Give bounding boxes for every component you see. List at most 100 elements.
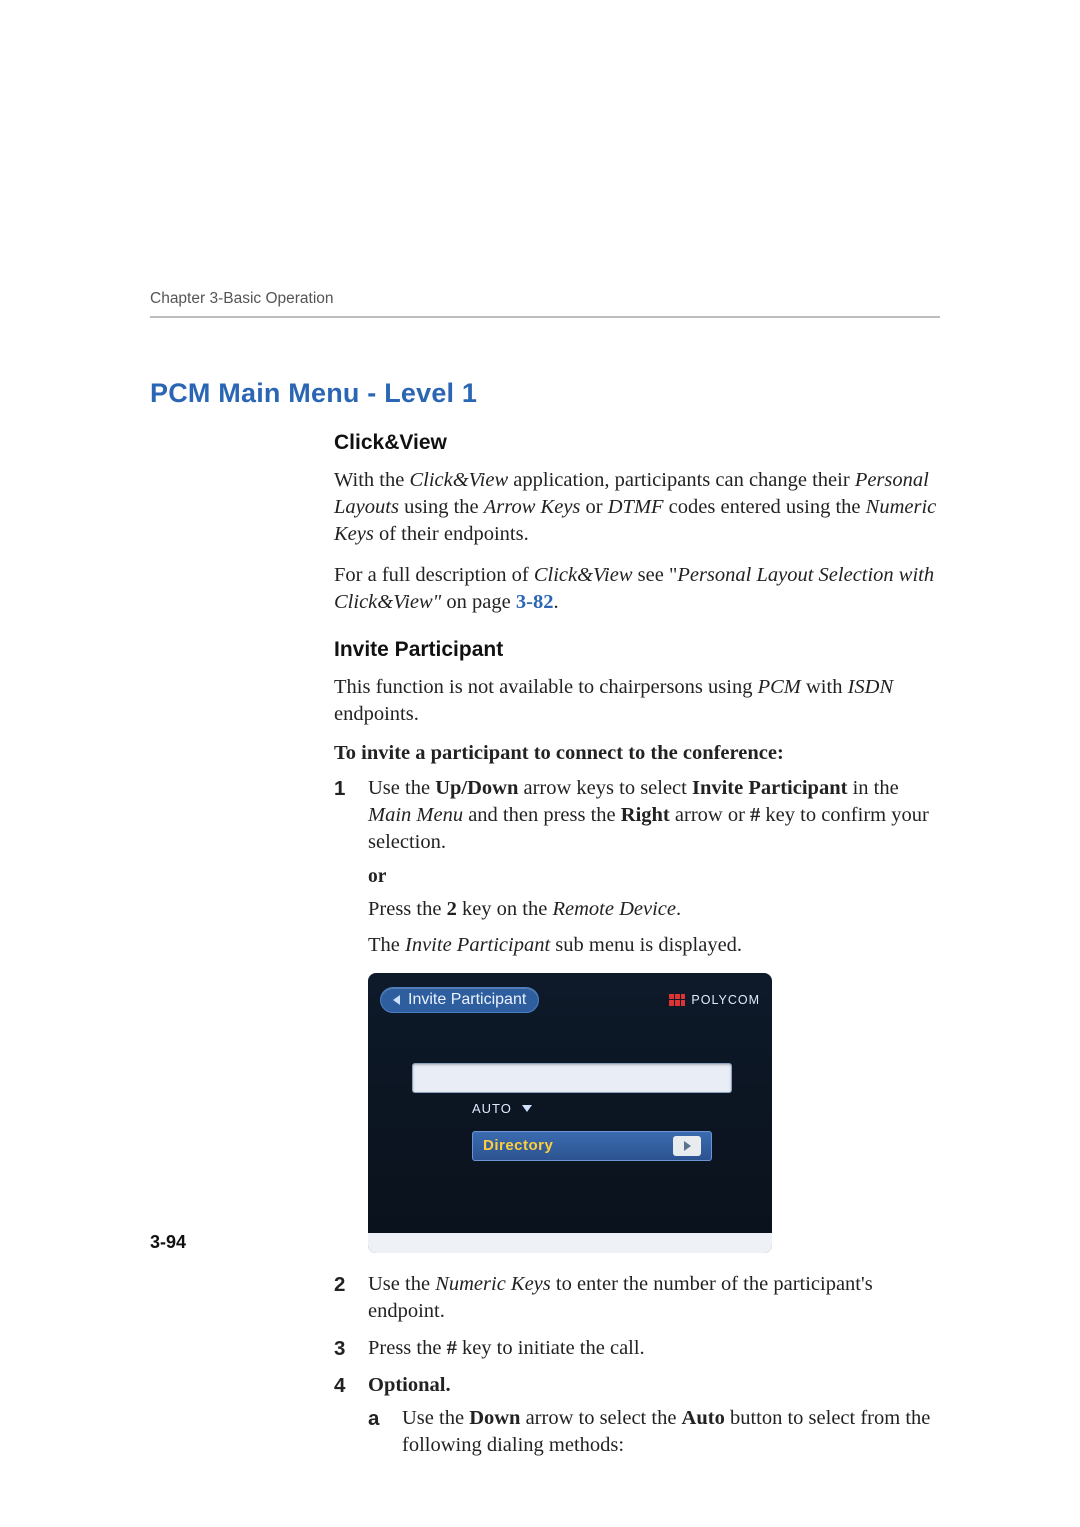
text: The [368,934,405,956]
text: arrow to select the [520,1407,681,1429]
text: with [801,676,848,698]
step-4a: a Use the Down arrow to select the Auto … [368,1405,940,1459]
directory-label: Directory [483,1137,553,1154]
directory-row[interactable]: Directory [472,1131,712,1161]
text: Press the [368,1337,447,1359]
procedure-steps-continued: 2 Use the Numeric Keys to enter the numb… [334,1271,940,1459]
key-right: Right [621,804,670,826]
invite-paragraph-1: This function is not available to chairp… [334,674,940,728]
chevron-right-icon [684,1141,691,1151]
key-updown: Up/Down [435,777,518,799]
invite-heading: Invite Participant [334,638,940,662]
substep-letter: a [368,1405,402,1459]
optional-label: Optional. [368,1374,451,1396]
number-input-row [412,1061,732,1095]
breadcrumb-chip[interactable]: Invite Participant [380,987,539,1013]
auto-button-ref: Auto [682,1407,725,1429]
text: key to initiate the call. [457,1337,645,1359]
clickview-section: Click&View With the Click&View applicati… [334,431,940,1459]
term-arrow-keys: Arrow Keys [484,496,581,518]
brand: POLYCOM [669,993,760,1007]
screenshot-footer [368,1233,772,1253]
text: or [580,496,607,518]
step-body: Press the # key to initiate the call. [368,1335,940,1362]
text: This function is not available to chairp… [334,676,758,698]
text: sub menu is displayed. [550,934,742,956]
text: For a full description of [334,564,534,586]
number-input[interactable] [412,1063,732,1093]
page-xref[interactable]: 3-82 [516,591,554,613]
text: Use the [368,777,435,799]
text: endpoints. [334,703,419,725]
body: PCM Main Menu - Level 1 Click&View With … [150,378,940,1469]
step-4-substeps: a Use the Down arrow to select the Auto … [368,1405,940,1459]
term-clickview: Click&View [534,564,633,586]
brand-label: POLYCOM [691,993,760,1007]
term-remote-device: Remote Device [552,898,676,920]
clickview-heading: Click&View [334,431,940,455]
text: Press the [368,898,447,920]
term-main-menu: Main Menu [368,804,463,826]
term-pcm: PCM [758,676,801,698]
directory-open-button[interactable] [673,1136,701,1156]
term-isdn: ISDN [848,676,894,698]
auto-dropdown[interactable]: AUTO [472,1101,532,1116]
step-3: 3 Press the # key to initiate the call. [334,1335,940,1362]
step-number: 3 [334,1335,368,1362]
text: . [676,898,681,920]
running-header: Chapter 3-Basic Operation [150,290,334,308]
text: see " [633,564,678,586]
key-hash: # [750,804,760,826]
clickview-paragraph-2: For a full description of Click&View see… [334,562,940,616]
text: arrow keys to select [518,777,692,799]
step-2: 2 Use the Numeric Keys to enter the numb… [334,1271,940,1325]
page: Chapter 3-Basic Operation PCM Main Menu … [0,0,1080,1527]
step-number: 4 [334,1372,368,1459]
chevron-left-icon [393,995,400,1005]
text: arrow or [670,804,750,826]
text: codes entered using the [664,496,866,518]
polycom-logo-icon [669,994,685,1006]
procedure-intro: To invite a participant to connect to th… [334,742,940,765]
text: in the [847,777,898,799]
text: and then press the [463,804,621,826]
step-4: 4 Optional. a Use the Down arrow to sele… [334,1372,940,1459]
procedure-steps: 1 Use the Up/Down arrow keys to select I… [334,775,940,856]
text: Use the [402,1407,469,1429]
term-invite-participant: Invite Participant [405,934,550,956]
invite-participant-screenshot: Invite Participant POLYCOM AUTO [368,973,772,1253]
key-hash: # [447,1337,457,1359]
menu-invite-participant: Invite Participant [692,777,847,799]
page-number: 3-94 [150,1232,186,1253]
text: With the [334,469,409,491]
step-1-result: The Invite Participant sub menu is displ… [368,932,940,959]
key-down: Down [469,1407,520,1429]
text: key on the [457,898,553,920]
clickview-paragraph-1: With the Click&View application, partici… [334,467,940,548]
substep-body: Use the Down arrow to select the Auto bu… [402,1405,940,1459]
text: Use the [368,1273,435,1295]
step-number: 1 [334,775,368,856]
screenshot-topbar: Invite Participant POLYCOM [380,985,760,1015]
text: on page [441,591,516,613]
section-title: PCM Main Menu - Level 1 [150,378,940,409]
chevron-down-icon [522,1105,532,1112]
step-1-alt: Press the 2 key on the Remote Device. [368,896,940,923]
text: application, participants can change the… [508,469,855,491]
text: using the [399,496,484,518]
term-clickview: Click&View [409,469,508,491]
header-rule [150,316,940,318]
or-separator: or [368,866,940,888]
text: . [553,591,558,613]
term-numeric-keys: Numeric Keys [435,1273,551,1295]
text: of their endpoints. [374,523,529,545]
term-dtmf: DTMF [608,496,664,518]
step-1: 1 Use the Up/Down arrow keys to select I… [334,775,940,856]
step-body: Optional. a Use the Down arrow to select… [368,1372,940,1459]
step-body: Use the Up/Down arrow keys to select Inv… [368,775,940,856]
key-2: 2 [447,898,457,920]
breadcrumb-label: Invite Participant [408,991,526,1009]
auto-label: AUTO [472,1101,512,1116]
step-number: 2 [334,1271,368,1325]
step-body: Use the Numeric Keys to enter the number… [368,1271,940,1325]
